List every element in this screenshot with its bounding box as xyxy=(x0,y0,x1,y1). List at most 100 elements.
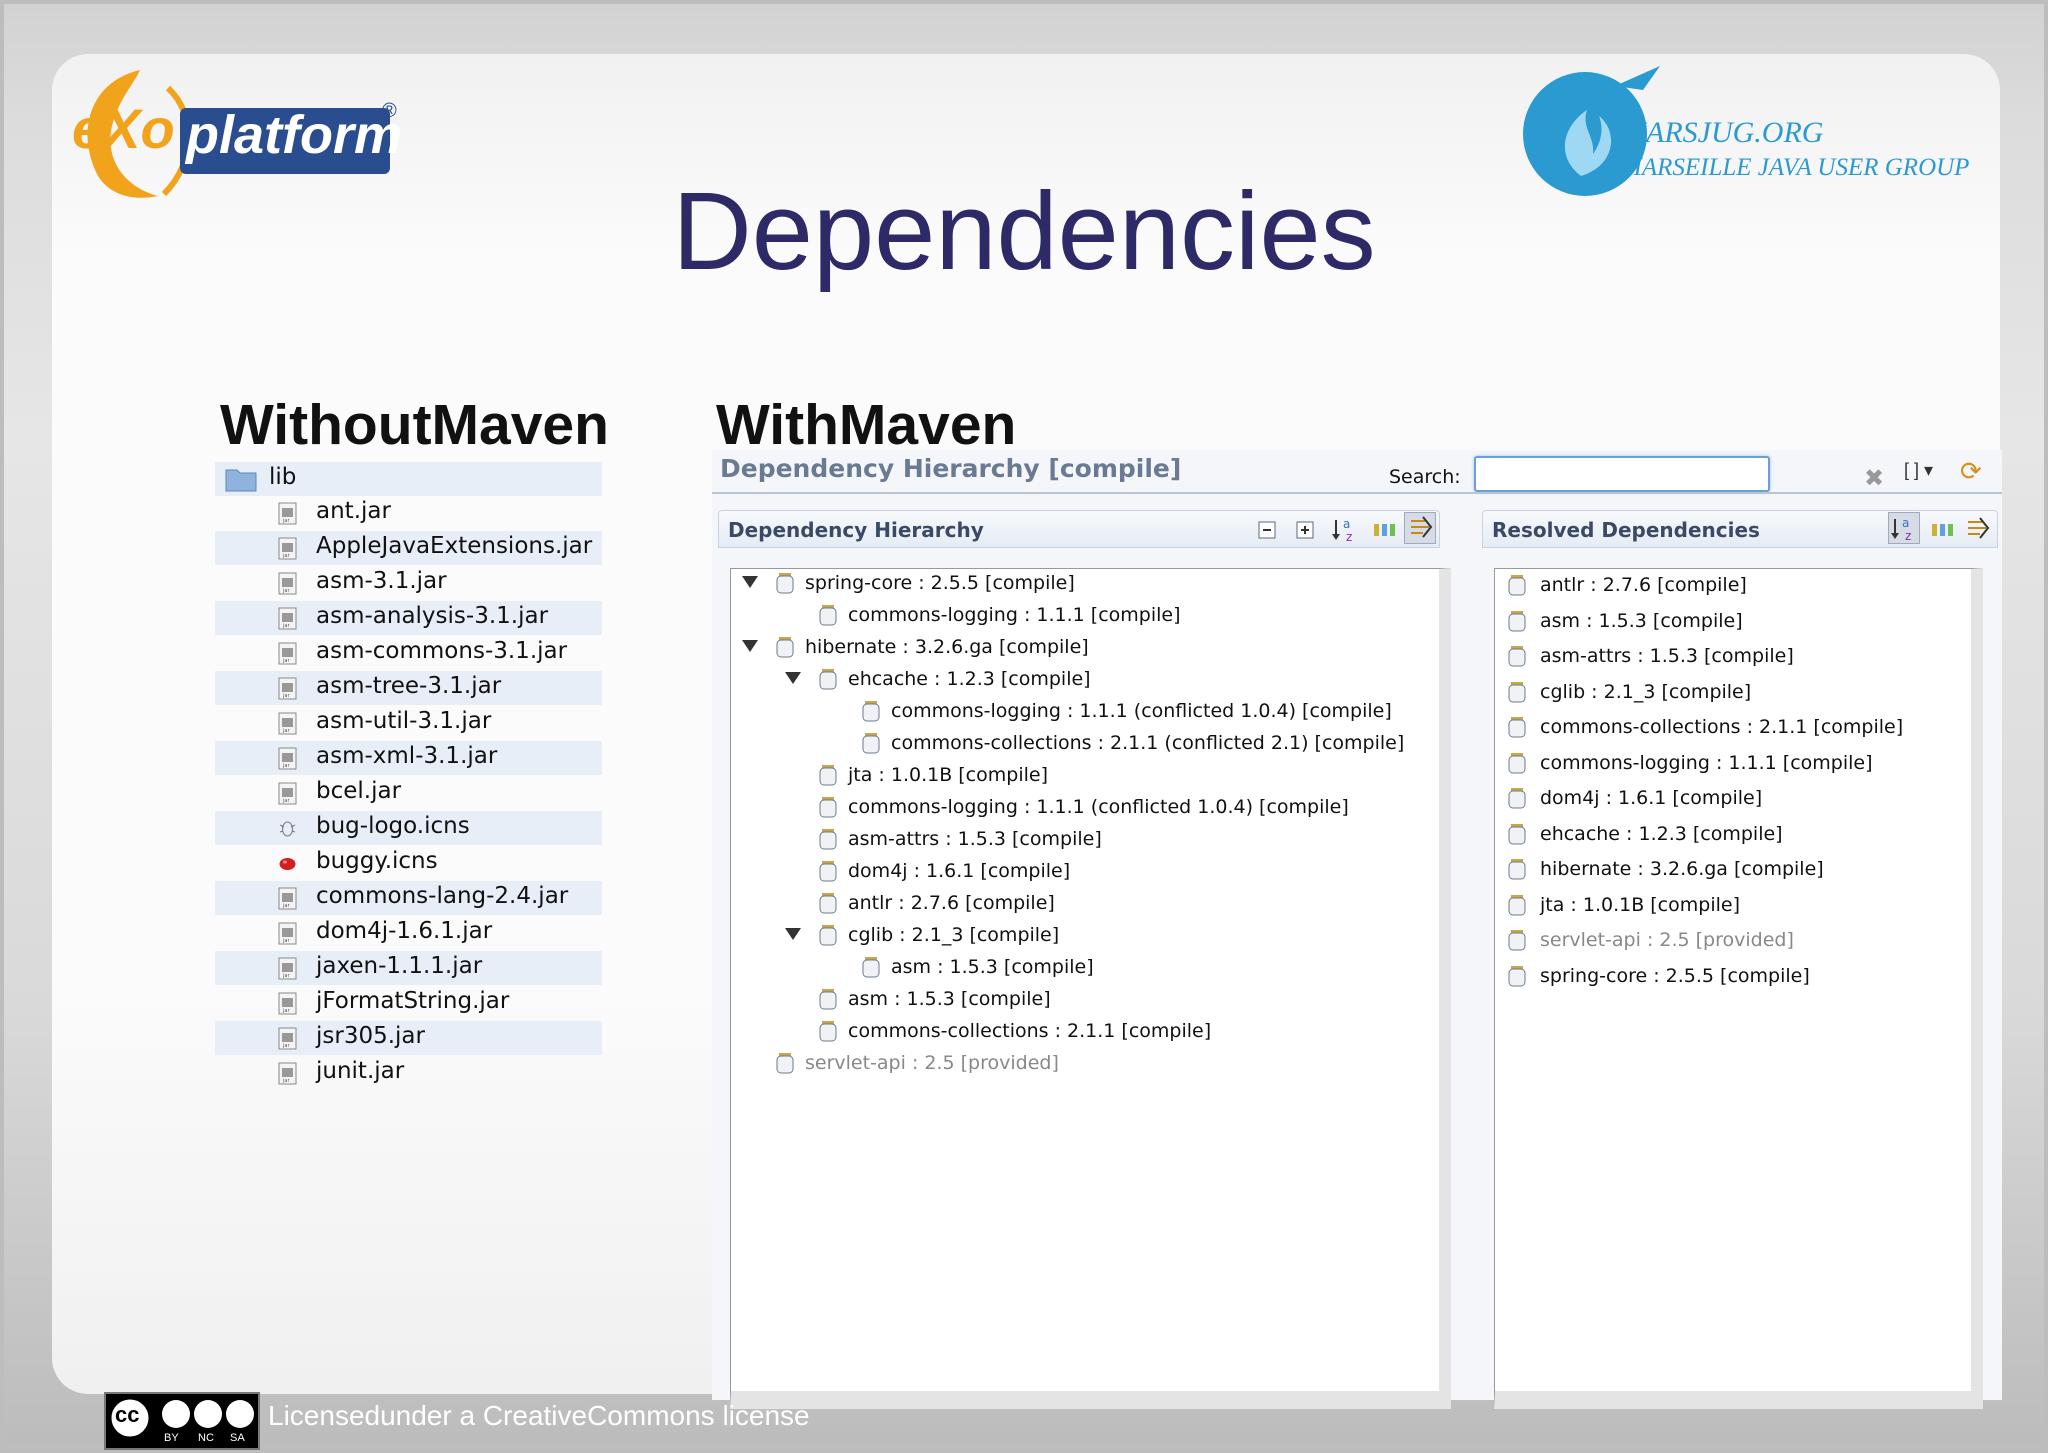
jar-icon xyxy=(819,797,837,818)
file-name: junit.jar xyxy=(316,1058,405,1084)
dependency-label: spring-core : 2.5.5 [compile] xyxy=(805,572,1075,594)
dependency-label: hibernate : 3.2.6.ga [compile] xyxy=(805,636,1089,658)
expand-all-icon[interactable] xyxy=(1290,514,1320,544)
file-name: jaxen-1.1.1.jar xyxy=(316,953,483,979)
file-row[interactable]: jar junit.jar xyxy=(215,1056,602,1090)
file-row[interactable]: bug-logo.icns xyxy=(215,811,602,845)
svg-text:jar: jar xyxy=(282,693,290,699)
expand-toggle-icon[interactable] xyxy=(742,576,758,588)
dependency-label: servlet-api : 2.5 [provided] xyxy=(805,1052,1059,1074)
file-row[interactable]: jar jsr305.jar xyxy=(215,1021,602,1055)
dependency-label: commons-collections : 2.1.1 [compile] xyxy=(848,1020,1212,1042)
filter-icon[interactable] xyxy=(1404,512,1436,544)
file-row[interactable]: jar bcel.jar xyxy=(215,776,602,810)
file-row[interactable]: jar asm-util-3.1.jar xyxy=(215,706,602,740)
dependency-label: asm : 1.5.3 [compile] xyxy=(848,988,1051,1010)
svg-text:z: z xyxy=(1905,529,1911,543)
dependency-label: antlr : 2.7.6 [compile] xyxy=(848,892,1055,914)
jar-icon xyxy=(1508,894,1526,915)
jar-icon: jar xyxy=(278,1027,297,1050)
marsjug-name: MARSJUG.ORG xyxy=(1621,116,1824,149)
resolved-show-group-id-icon[interactable] xyxy=(1928,514,1958,544)
jar-icon xyxy=(1508,752,1526,773)
file-row[interactable]: jar jaxen-1.1.1.jar xyxy=(215,951,602,985)
dependency-label: asm-attrs : 1.5.3 [compile] xyxy=(848,828,1102,850)
jar-icon xyxy=(819,829,837,850)
refresh-icon[interactable]: ⟳ xyxy=(1960,456,1982,487)
folder-icon xyxy=(225,469,257,492)
jar-icon: jar xyxy=(278,1062,297,1085)
jar-icon xyxy=(819,925,837,946)
expand-toggle-icon[interactable] xyxy=(785,672,801,684)
dependency-label: spring-core : 2.5.5 [compile] xyxy=(1540,964,1810,987)
file-name: commons-lang-2.4.jar xyxy=(316,883,569,909)
jar-icon xyxy=(862,701,880,722)
file-name: asm-analysis-3.1.jar xyxy=(316,603,549,629)
jar-icon xyxy=(1508,965,1526,986)
clear-search-icon[interactable]: ✖ xyxy=(1864,464,1884,493)
dropdown-menu-icon[interactable]: [ ] ▾ xyxy=(1904,460,1933,481)
svg-text:jar: jar xyxy=(282,658,290,664)
hierarchy-tree[interactable] xyxy=(730,568,1451,1409)
file-row[interactable]: jar jFormatString.jar xyxy=(215,986,602,1020)
search-label: Search: xyxy=(1389,466,1461,488)
svg-text:jar: jar xyxy=(282,903,290,909)
file-name: asm-tree-3.1.jar xyxy=(316,673,502,699)
file-name: ant.jar xyxy=(316,498,391,524)
exo-logo-registered: ® xyxy=(382,100,397,122)
resolved-panel: Resolved Dependencies az xyxy=(1482,510,1998,1409)
jar-icon xyxy=(819,1021,837,1042)
file-row[interactable]: jar AppleJavaExtensions.jar xyxy=(215,531,602,565)
expand-toggle-icon[interactable] xyxy=(742,640,758,652)
dependency-label: asm-attrs : 1.5.3 [compile] xyxy=(1540,645,1794,667)
dependency-label: antlr : 2.7.6 [compile] xyxy=(1540,574,1747,596)
cc-label: cc xyxy=(115,1402,140,1427)
license-text: Licensedunder a CreativeCommons license xyxy=(268,1400,810,1431)
dependency-label: cglib : 2.1_3 [compile] xyxy=(1540,680,1752,703)
resolved-header: Resolved Dependencies xyxy=(1492,518,1760,542)
file-name: jFormatString.jar xyxy=(316,988,510,1014)
file-name: jsr305.jar xyxy=(316,1023,425,1049)
file-row[interactable]: jar asm-tree-3.1.jar xyxy=(215,671,602,705)
jar-icon: jar xyxy=(278,677,297,700)
svg-text:jar: jar xyxy=(282,518,290,524)
file-row[interactable]: jar commons-lang-2.4.jar xyxy=(215,881,602,915)
expand-toggle-icon[interactable] xyxy=(785,928,801,940)
jar-icon: jar xyxy=(278,572,297,595)
resolved-filter-icon[interactable] xyxy=(1962,514,1992,544)
dependency-label: commons-logging : 1.1.1 [compile] xyxy=(848,604,1181,626)
exo-logo-prefix: eXo xyxy=(72,97,175,160)
resolved-sort-icon[interactable]: az xyxy=(1888,512,1920,544)
dependency-label: ehcache : 1.2.3 [compile] xyxy=(1540,822,1783,845)
svg-text:jar: jar xyxy=(282,763,290,769)
cc-license-badge[interactable]: cc BY NC SA xyxy=(104,1392,260,1450)
dependency-label: servlet-api : 2.5 [provided] xyxy=(1540,929,1794,951)
dependency-label: commons-collections : 2.1.1 [compile] xyxy=(1540,716,1904,738)
sort-icon[interactable]: az xyxy=(1330,514,1360,544)
file-row[interactable]: buggy.icns xyxy=(215,846,602,880)
dependency-label: hibernate : 3.2.6.ga [compile] xyxy=(1540,858,1824,880)
jar-icon xyxy=(776,1053,794,1074)
jar-icon: jar xyxy=(278,957,297,980)
dependency-label: dom4j : 1.6.1 [compile] xyxy=(848,860,1071,882)
file-row[interactable]: jar asm-commons-3.1.jar xyxy=(215,636,602,670)
file-row[interactable]: jar dom4j-1.6.1.jar xyxy=(215,916,602,950)
collapse-all-icon[interactable] xyxy=(1252,514,1282,544)
search-input[interactable] xyxy=(1474,456,1770,492)
cc-term-by: BY xyxy=(164,1432,179,1444)
file-row[interactable]: jar asm-analysis-3.1.jar xyxy=(215,601,602,635)
jar-icon: jar xyxy=(278,782,297,805)
file-name: asm-util-3.1.jar xyxy=(316,708,492,734)
file-row[interactable]: jar ant.jar xyxy=(215,496,602,530)
show-group-id-icon[interactable] xyxy=(1370,514,1400,544)
file-row[interactable]: jar asm-xml-3.1.jar xyxy=(215,741,602,775)
without-maven-heading: WithoutMaven xyxy=(220,393,609,457)
file-row[interactable]: jar asm-3.1.jar xyxy=(215,566,602,600)
lib-folder-label: lib xyxy=(269,464,297,490)
lib-folder-row[interactable]: lib xyxy=(215,462,602,496)
jar-icon: jar xyxy=(278,642,297,665)
svg-text:jar: jar xyxy=(282,623,290,629)
jar-icon xyxy=(819,989,837,1010)
jar-icon: jar xyxy=(278,502,297,525)
jar-icon xyxy=(819,861,837,882)
